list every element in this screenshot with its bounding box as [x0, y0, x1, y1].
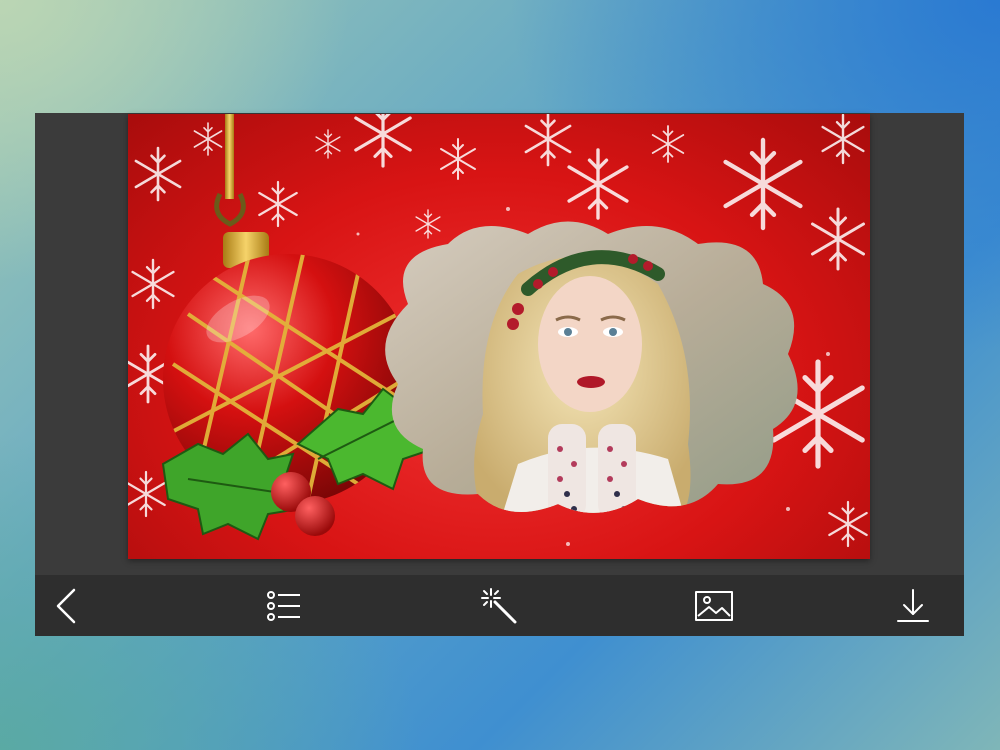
magic-wand-icon	[481, 588, 517, 624]
bottom-toolbar	[35, 575, 964, 636]
download-icon	[897, 589, 929, 622]
chevron-left-icon	[56, 588, 76, 624]
effects-button[interactable]	[476, 583, 522, 629]
photo-frame-canvas[interactable]	[128, 114, 870, 559]
gallery-button[interactable]	[691, 583, 737, 629]
frames-list-button[interactable]	[261, 583, 307, 629]
portrait-photo[interactable]	[368, 214, 813, 529]
back-button[interactable]	[45, 583, 91, 629]
editor-panel	[35, 113, 964, 636]
image-icon	[695, 591, 733, 621]
save-button[interactable]	[890, 583, 936, 629]
list-icon	[267, 591, 300, 621]
